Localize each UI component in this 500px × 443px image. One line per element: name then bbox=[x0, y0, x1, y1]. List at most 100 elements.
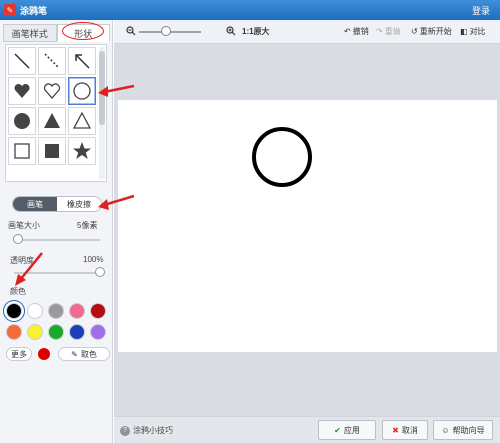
cancel-label: 取消 bbox=[401, 425, 418, 435]
brush-size-value: 5像素 bbox=[77, 221, 98, 230]
triangle-filled-icon bbox=[44, 113, 60, 128]
main-area: 1:1原大 ↶ 撤销 ↷ 重做 ↺ 重新开始 ◧ 对比 ? 涂鸦小技巧 ✔ 应用 ✖ 取… bbox=[114, 20, 500, 443]
eyedropper-icon: ✎ bbox=[71, 349, 78, 359]
heart-filled-shape-button[interactable] bbox=[8, 77, 36, 105]
brush-size-slider[interactable] bbox=[14, 239, 100, 241]
color-swatch[interactable] bbox=[90, 303, 106, 319]
heart-filled-icon bbox=[14, 83, 30, 98]
square-filled-icon bbox=[45, 144, 59, 158]
zoom-slider-thumb[interactable] bbox=[161, 26, 171, 36]
pick-color-button[interactable]: ✎ 取色 bbox=[58, 347, 110, 361]
actual-size-button[interactable]: 1:1原大 bbox=[242, 26, 270, 37]
brush-size-label: 画笔大小 bbox=[8, 221, 40, 230]
top-toolbar: 1:1原大 ↶ 撤销 ↷ 重做 ↺ 重新开始 ◧ 对比 bbox=[114, 20, 500, 44]
shape-panel bbox=[5, 44, 107, 182]
color-palette bbox=[6, 303, 108, 340]
color-swatch[interactable] bbox=[90, 324, 106, 340]
arrow-shape-button[interactable] bbox=[68, 47, 96, 75]
canvas-drawing bbox=[252, 127, 312, 187]
square-outline-shape-button[interactable] bbox=[8, 137, 36, 165]
left-panel: 画笔样式 形状 画笔 橡皮擦 画笔大小 5像素 透明度 100% 颜色 更多 ✎… bbox=[0, 20, 113, 443]
drawing-canvas[interactable] bbox=[118, 100, 497, 352]
color-swatch[interactable] bbox=[6, 303, 22, 319]
check-icon: ✔ bbox=[334, 425, 341, 435]
color-swatch[interactable] bbox=[27, 303, 43, 319]
undo-button[interactable]: ↶ 撤销 bbox=[344, 26, 369, 37]
color-swatch[interactable] bbox=[69, 303, 85, 319]
triangle-filled-shape-button[interactable] bbox=[38, 107, 66, 135]
color-swatch[interactable] bbox=[27, 324, 43, 340]
line-shape-button[interactable] bbox=[8, 47, 36, 75]
color-swatch[interactable] bbox=[6, 324, 22, 340]
help-circle-icon: ? bbox=[120, 425, 130, 436]
compare-button[interactable]: ◧ 对比 bbox=[460, 26, 486, 37]
restart-label: 重新开始 bbox=[419, 27, 452, 36]
opacity-label: 透明度 bbox=[10, 256, 34, 265]
color-label: 颜色 bbox=[10, 287, 26, 296]
dotted-line-icon bbox=[44, 53, 60, 69]
undo-icon: ↶ bbox=[344, 27, 351, 36]
tab-shape[interactable]: 形状 bbox=[56, 24, 110, 42]
restart-icon: ↺ bbox=[411, 27, 418, 36]
close-icon: ✖ bbox=[392, 425, 399, 435]
opacity-value: 100% bbox=[83, 255, 104, 264]
star-filled-icon bbox=[73, 142, 91, 159]
color-swatch[interactable] bbox=[48, 303, 64, 319]
redo-label: 重做 bbox=[384, 27, 401, 36]
circle-outline-shape-button[interactable] bbox=[68, 77, 96, 105]
circle-outline-icon bbox=[73, 82, 91, 100]
redo-icon: ↷ bbox=[376, 27, 383, 36]
heart-outline-icon bbox=[43, 83, 61, 99]
undo-label: 撤销 bbox=[352, 27, 369, 36]
apply-button[interactable]: ✔ 应用 bbox=[318, 420, 376, 440]
brush-toggle-button[interactable]: 画笔 bbox=[13, 197, 57, 211]
cancel-button[interactable]: ✖ 取消 bbox=[382, 420, 428, 440]
square-filled-shape-button[interactable] bbox=[38, 137, 66, 165]
opacity-slider-thumb[interactable] bbox=[95, 267, 105, 277]
compare-label: 对比 bbox=[469, 27, 486, 36]
star-filled-shape-button[interactable] bbox=[68, 137, 96, 165]
tips-label: 涂鸦小技巧 bbox=[133, 426, 173, 435]
restart-button[interactable]: ↺ 重新开始 bbox=[411, 26, 452, 37]
pick-color-label: 取色 bbox=[80, 349, 97, 359]
eraser-toggle-button[interactable]: 橡皮擦 bbox=[57, 197, 101, 211]
circle-filled-icon bbox=[14, 113, 30, 129]
triangle-outline-icon bbox=[72, 111, 92, 129]
bottom-bar: ? 涂鸦小技巧 ✔ 应用 ✖ 取消 ☺ 帮助向导 bbox=[114, 416, 500, 443]
brush-size-slider-thumb[interactable] bbox=[13, 234, 24, 244]
app-icon: ✎ bbox=[4, 4, 16, 16]
more-colors-button[interactable]: 更多 bbox=[6, 347, 32, 361]
color-swatch[interactable] bbox=[69, 324, 85, 340]
opacity-slider[interactable] bbox=[14, 272, 100, 274]
apply-label: 应用 bbox=[343, 425, 360, 435]
scroll-thumb[interactable] bbox=[99, 51, 105, 125]
compare-icon: ◧ bbox=[460, 27, 468, 36]
window-title: 涂鸦笔 bbox=[20, 5, 48, 16]
tool-tabs: 画笔样式 形状 bbox=[3, 24, 110, 44]
line-icon bbox=[14, 53, 30, 69]
dotted-line-shape-button[interactable] bbox=[38, 47, 66, 75]
arrow-line-icon bbox=[75, 54, 90, 69]
zoom-in-icon[interactable] bbox=[226, 26, 236, 36]
shape-grid bbox=[8, 47, 98, 165]
drawn-circle bbox=[252, 127, 312, 187]
square-outline-icon bbox=[14, 143, 30, 159]
zoom-out-icon[interactable] bbox=[126, 26, 136, 36]
current-color-swatch[interactable] bbox=[38, 348, 50, 360]
more-colors-row: 更多 ✎ 取色 bbox=[6, 347, 110, 361]
more-colors-label: 更多 bbox=[11, 349, 27, 359]
login-link[interactable]: 登录 bbox=[472, 4, 490, 17]
heart-outline-shape-button[interactable] bbox=[38, 77, 66, 105]
circle-filled-shape-button[interactable] bbox=[8, 107, 36, 135]
tab-brush-style[interactable]: 画笔样式 bbox=[3, 24, 57, 42]
tips-link[interactable]: ? 涂鸦小技巧 bbox=[120, 425, 173, 436]
redo-button[interactable]: ↷ 重做 bbox=[376, 26, 401, 37]
help-label: 帮助向导 bbox=[452, 425, 485, 435]
triangle-outline-shape-button[interactable] bbox=[68, 107, 96, 135]
shape-scrollbar[interactable] bbox=[99, 47, 105, 179]
brush-eraser-toggle: 画笔 橡皮擦 bbox=[12, 196, 102, 212]
help-guide-button[interactable]: ☺ 帮助向导 bbox=[433, 420, 493, 440]
color-swatch[interactable] bbox=[48, 324, 64, 340]
person-icon: ☺ bbox=[441, 425, 450, 435]
title-bar: ✎ 涂鸦笔 登录 bbox=[0, 0, 500, 20]
